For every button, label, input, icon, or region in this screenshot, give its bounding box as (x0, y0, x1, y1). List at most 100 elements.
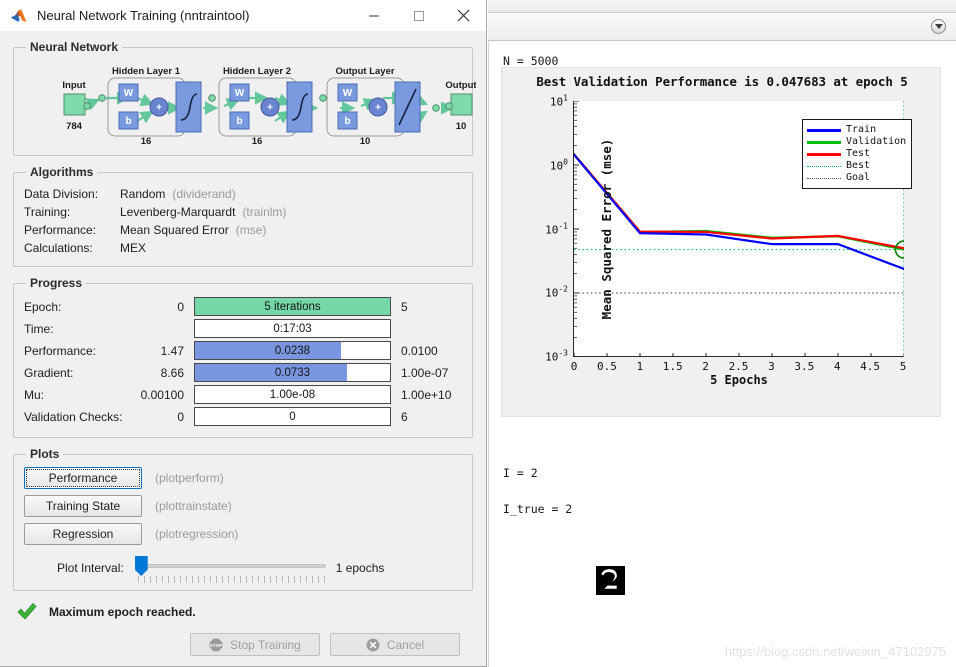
algorithm-key: Performance: (24, 223, 97, 237)
svg-text:16: 16 (252, 136, 263, 146)
y-tick-10e-2: 10-2 (545, 284, 568, 300)
matlab-window-topbar (488, 0, 956, 13)
console-line-i: I = 2 (503, 466, 538, 480)
stop-training-label: Stop Training (230, 637, 301, 652)
x-axis-label: 5 Epochs (710, 373, 768, 387)
close-icon[interactable] (441, 0, 486, 31)
plots-legend: Plots (30, 447, 60, 461)
x-tick-2: 2 (702, 360, 709, 373)
dialog-body: Neural Network W b W b W b + + + Input 7… (0, 40, 486, 656)
legend-swatch-goal (807, 177, 841, 179)
progress-label: Time: (24, 321, 54, 336)
progress-bar-text: 1.00e-08 (269, 388, 316, 401)
progress-bar-text: 0.0238 (274, 344, 311, 357)
svg-text:Output Layer: Output Layer (335, 66, 394, 77)
svg-text:STOP: STOP (210, 643, 222, 648)
progress-label: Performance: (24, 343, 97, 358)
training-state-plot-button[interactable]: Training State (24, 495, 142, 517)
matlab-command-window[interactable]: N = 5000 Best Validation Performance is … (488, 41, 956, 667)
progress-bar-text: 5 iterations (264, 300, 321, 313)
stop-training-button[interactable]: STOP Stop Training (190, 633, 320, 656)
legend-label-train: Train (846, 124, 877, 135)
plot-interval-slider[interactable] (132, 555, 326, 583)
plot-legend: Train Validation Test Best Goal (802, 119, 913, 189)
progress-max-value: 1.00e-07 (401, 365, 449, 380)
progress-label: Gradient: (24, 365, 74, 380)
plot-row-performance: Performance (plotperform) (24, 467, 462, 489)
legend-swatch-validation (807, 140, 841, 144)
x-tick-3.5: 3.5 (794, 360, 815, 373)
progress-bar: 0:17:03 (194, 319, 391, 338)
algorithm-function: (trainlm) (242, 205, 287, 219)
cancel-x-icon (366, 638, 380, 651)
algorithm-key: Calculations: (24, 241, 93, 255)
plot-axes: 101 100 10-1 10-2 10-3 0 0.5 1 1.5 2 2.5… (545, 94, 913, 387)
svg-text:b: b (236, 116, 242, 127)
svg-text:10: 10 (360, 136, 371, 146)
chevron-glyph (934, 24, 943, 29)
console-line-i-true: I_true = 2 (503, 502, 573, 516)
algorithm-key: Training: (24, 205, 71, 219)
x-tick-2.5: 2.5 (728, 360, 749, 373)
progress-group: Progress Epoch: 0 5 iterations 5 Time: 0:17:0… (13, 276, 473, 438)
progress-bar-text: 0:17:03 (273, 322, 312, 335)
progress-min-value: 0 (177, 409, 184, 424)
performance-plot-function: (plotperform) (155, 471, 224, 485)
progress-rows: Epoch: 0 5 iterations 5 Time: 0:17:03 Performa… (24, 296, 462, 427)
progress-row: Validation Checks: 0 0 6 (24, 406, 462, 427)
handwritten-digit-2-image (596, 566, 625, 595)
svg-text:b: b (125, 116, 131, 127)
progress-label: Validation Checks: (24, 409, 123, 424)
progress-row: Mu: 0.00100 1.00e-08 1.00e+10 (24, 384, 462, 405)
console-output: N = 5000 Best Validation Performance is … (489, 41, 956, 667)
matlab-panel-header (488, 13, 956, 41)
cancel-button[interactable]: Cancel (330, 633, 460, 656)
algorithm-value: Mean Squared Error (120, 223, 229, 237)
progress-bar-text: 0 (289, 410, 296, 423)
progress-bar: 0.0733 (194, 363, 391, 382)
neural-network-group: Neural Network W b W b W b + + + Input 7… (13, 40, 476, 156)
legend-swatch-train (807, 128, 841, 132)
regression-plot-function: (plotregression) (155, 527, 239, 541)
progress-legend: Progress (30, 276, 83, 290)
svg-text:Hidden Layer 1: Hidden Layer 1 (112, 66, 181, 77)
neural-network-legend: Neural Network (30, 40, 119, 54)
algorithm-value: MEX (120, 241, 147, 255)
legend-swatch-best (807, 165, 841, 167)
progress-min-value: 0.00100 (140, 387, 184, 402)
progress-min-value: 8.66 (160, 365, 184, 380)
algorithm-function: (mse) (235, 223, 267, 237)
slider-thumb[interactable] (134, 556, 148, 576)
performance-plot-button[interactable]: Performance (24, 467, 142, 489)
svg-text:Output: Output (445, 80, 476, 91)
plot-title: Best Validation Performance is 0.047683 … (536, 74, 908, 89)
performance-plot-figure[interactable]: Best Validation Performance is 0.047683 … (501, 67, 941, 417)
algorithm-row-training: Training: Levenberg-Marquardt (trainlm) (24, 203, 462, 221)
plot-row-training-state: Training State (plottrainstate) (24, 495, 462, 517)
progress-max-value: 6 (401, 409, 408, 424)
plot-interval-label: Plot Interval: (57, 561, 124, 575)
x-tick-1.5: 1.5 (662, 360, 683, 373)
algorithm-value: Levenberg-Marquardt (120, 205, 236, 219)
algorithms-legend: Algorithms (30, 165, 94, 179)
y-tick-10e1: 101 (549, 93, 568, 109)
progress-bar: 0 (194, 407, 391, 426)
svg-text:+: + (267, 103, 273, 114)
nntraintool-dialog: Neural Network Training (nntraintool) Ne… (0, 0, 487, 667)
x-tick-3: 3 (768, 360, 775, 373)
algorithm-function: (dividerand) (172, 187, 236, 201)
regression-plot-button[interactable]: Regression (24, 523, 142, 545)
x-tick-1: 1 (636, 360, 644, 373)
minimize-icon[interactable] (351, 0, 396, 31)
maximize-icon[interactable] (396, 0, 441, 31)
status-row: Maximum epoch reached. (16, 602, 473, 622)
dialog-titlebar[interactable]: Neural Network Training (nntraintool) (0, 0, 486, 31)
slider-ticks (137, 576, 326, 583)
chevron-down-circle-icon[interactable] (931, 19, 946, 34)
x-tick-5: 5 (899, 360, 907, 373)
plots-group: Plots Performance (plotperform) Training… (13, 447, 473, 591)
legend-label-best: Best (846, 160, 871, 171)
progress-bar-text: 0.0733 (274, 366, 311, 379)
plot-interval-row: Plot Interval: 1 epochs (24, 555, 462, 583)
svg-text:+: + (156, 103, 162, 114)
